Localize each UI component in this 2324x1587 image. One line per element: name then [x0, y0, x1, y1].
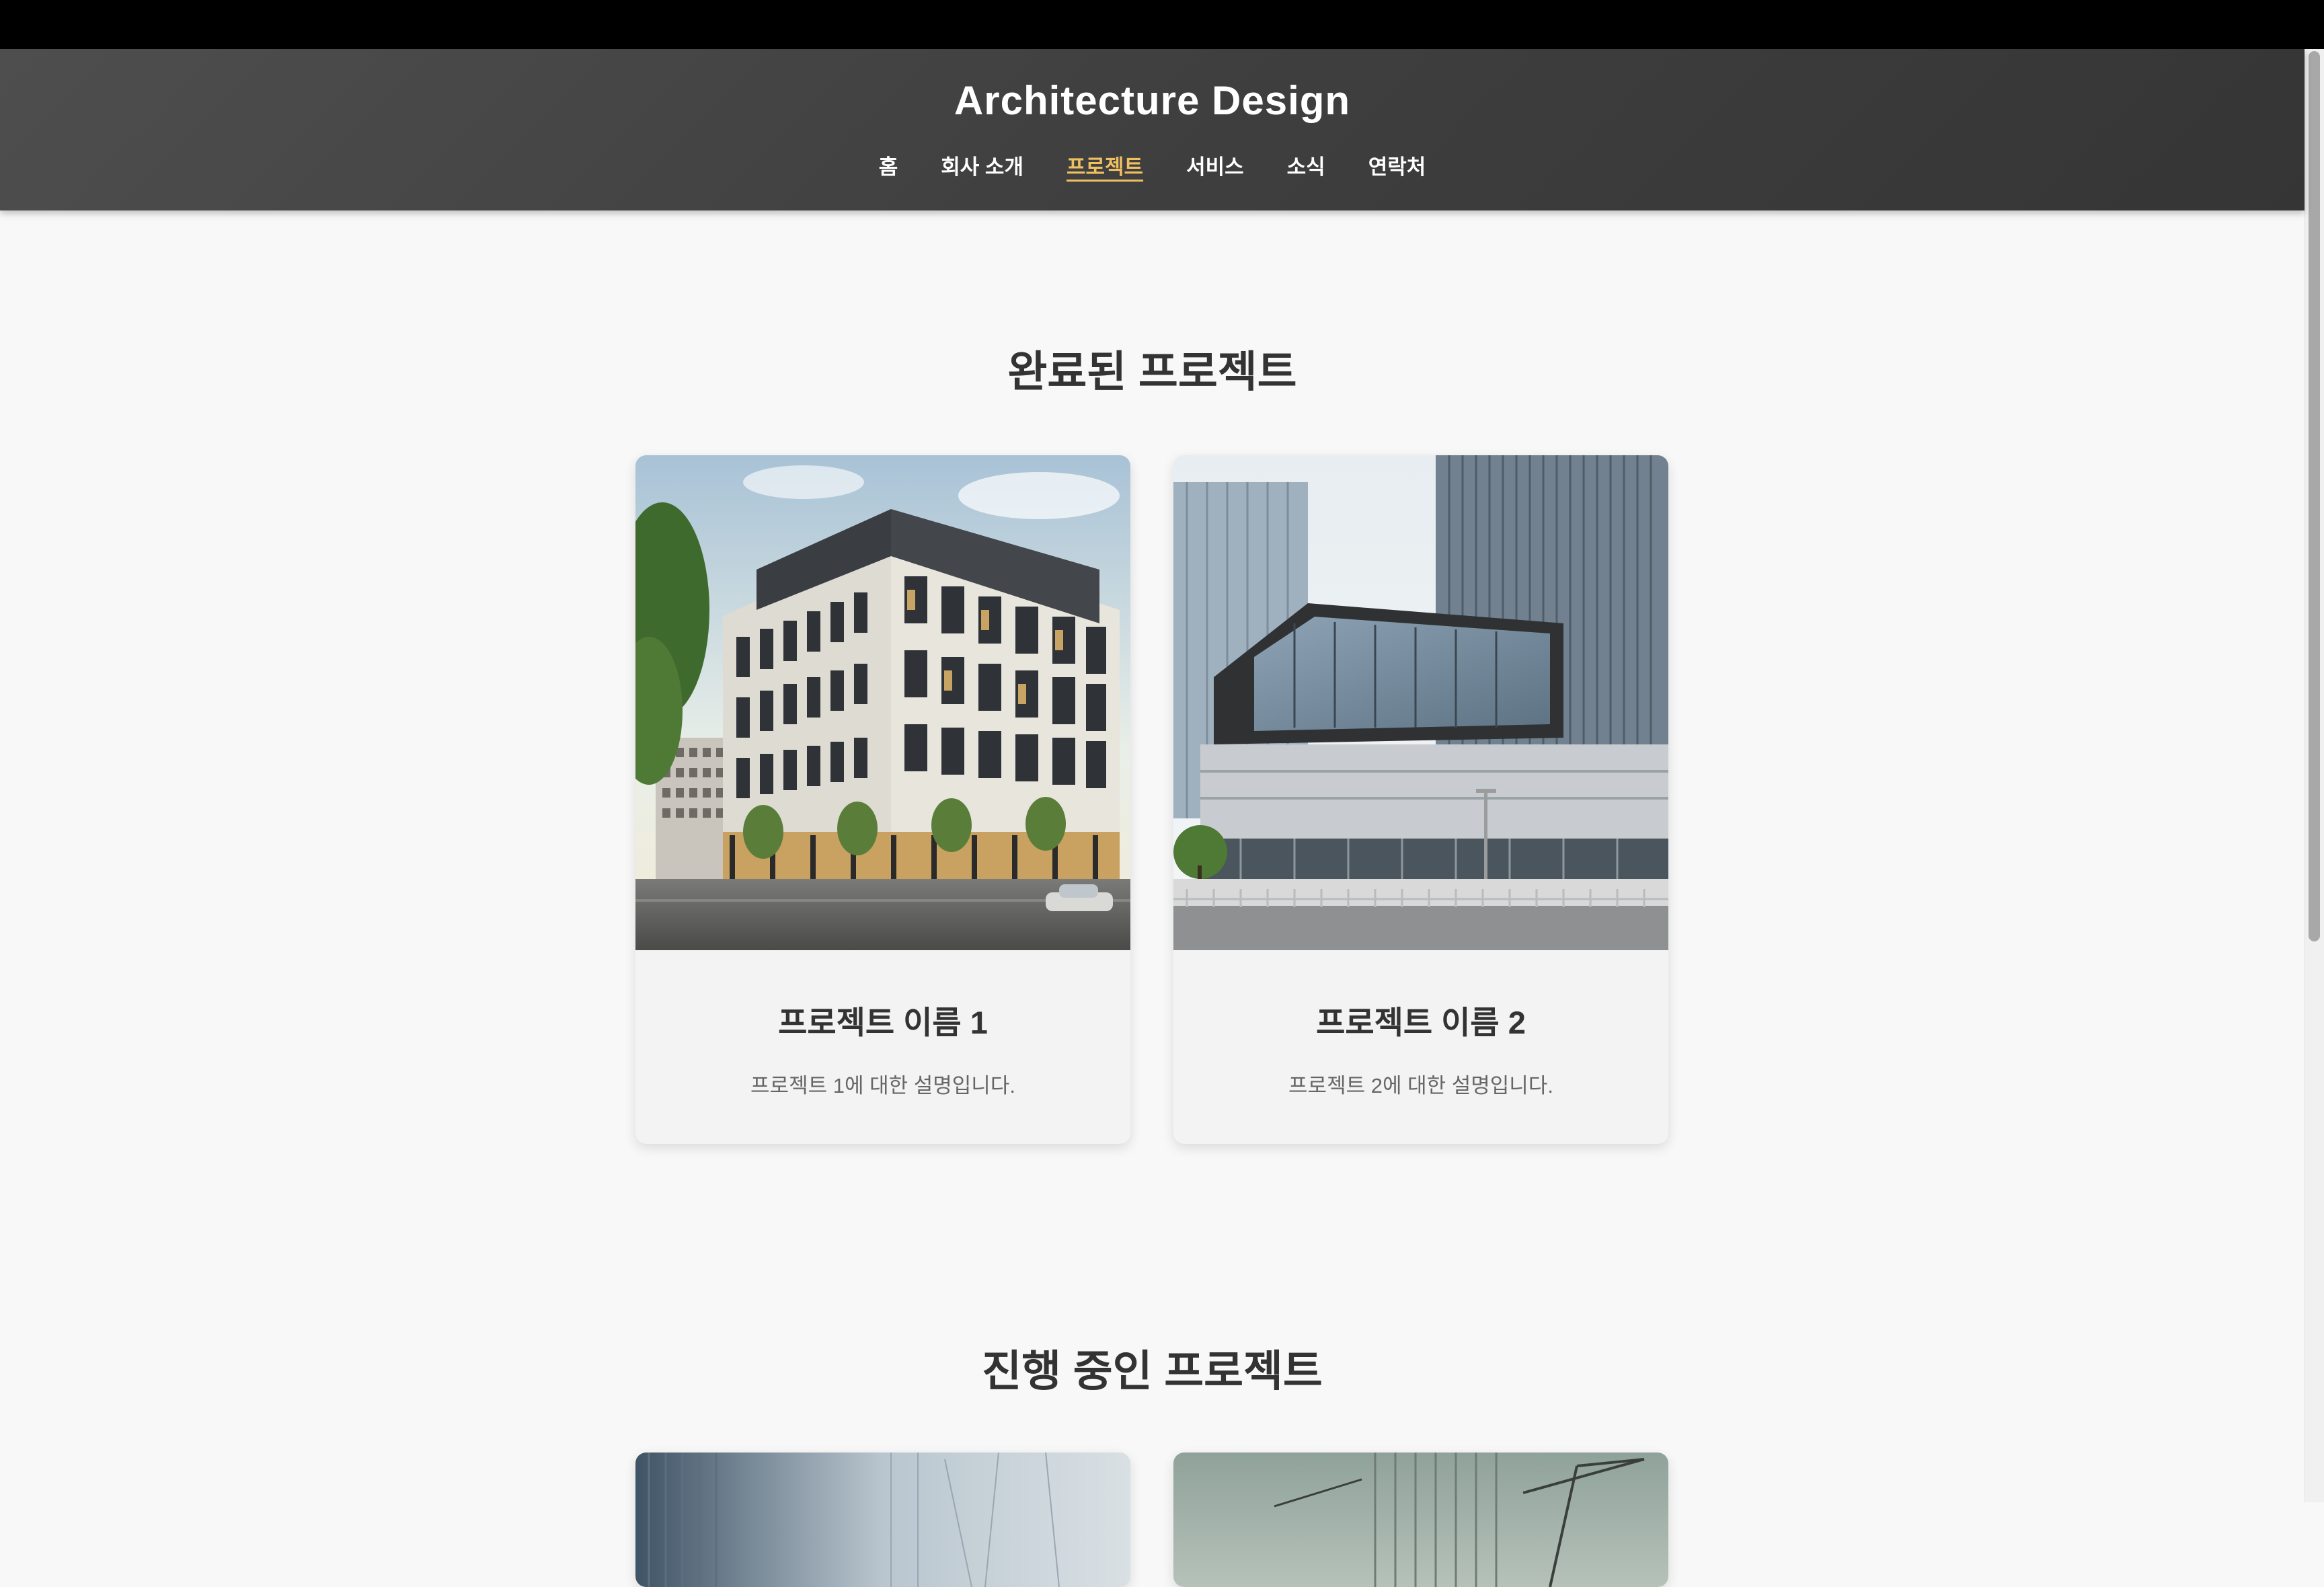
project-image-1 [635, 455, 1130, 950]
nav-item-projects[interactable]: 프로젝트 [1067, 154, 1143, 181]
project-title-1: 프로젝트 이름 1 [778, 1005, 988, 1040]
scrollbar-thumb[interactable] [2309, 51, 2320, 941]
project-card-1[interactable]: 프로젝트 이름 1 프로젝트 1에 대한 설명입니다. [635, 455, 1130, 1144]
browser-top-bar [0, 0, 2324, 49]
project-card-3[interactable] [635, 1453, 1130, 1587]
project-title-2: 프로젝트 이름 2 [1316, 1005, 1526, 1040]
project-image-3 [635, 1453, 1130, 1587]
project-desc-1: 프로젝트 1에 대한 설명입니다. [750, 1074, 1015, 1097]
main-nav: 홈 회사 소개 프로젝트 서비스 소식 연락처 [0, 154, 2304, 181]
site-title[interactable]: Architecture Design [0, 77, 2304, 124]
project-image-4 [1173, 1453, 1668, 1587]
project-image-2 [1173, 455, 1668, 950]
project-card-2[interactable]: 프로젝트 이름 2 프로젝트 2에 대한 설명입니다. [1173, 455, 1668, 1144]
nav-item-about[interactable]: 회사 소개 [941, 154, 1023, 181]
project-card-4[interactable] [1173, 1453, 1668, 1587]
section-title-completed: 완료된 프로젝트 [1007, 348, 1297, 396]
nav-item-home[interactable]: 홈 [879, 154, 898, 181]
project-desc-2: 프로젝트 2에 대한 설명입니다. [1288, 1074, 1553, 1097]
nav-item-contact[interactable]: 연락처 [1368, 154, 1426, 181]
section-title-in-progress: 진행 중인 프로젝트 [982, 1347, 1323, 1395]
site-header: Architecture Design 홈 회사 소개 프로젝트 서비스 소식 … [0, 49, 2304, 210]
nav-item-news[interactable]: 소식 [1287, 154, 1325, 181]
nav-item-services[interactable]: 서비스 [1186, 154, 1244, 181]
